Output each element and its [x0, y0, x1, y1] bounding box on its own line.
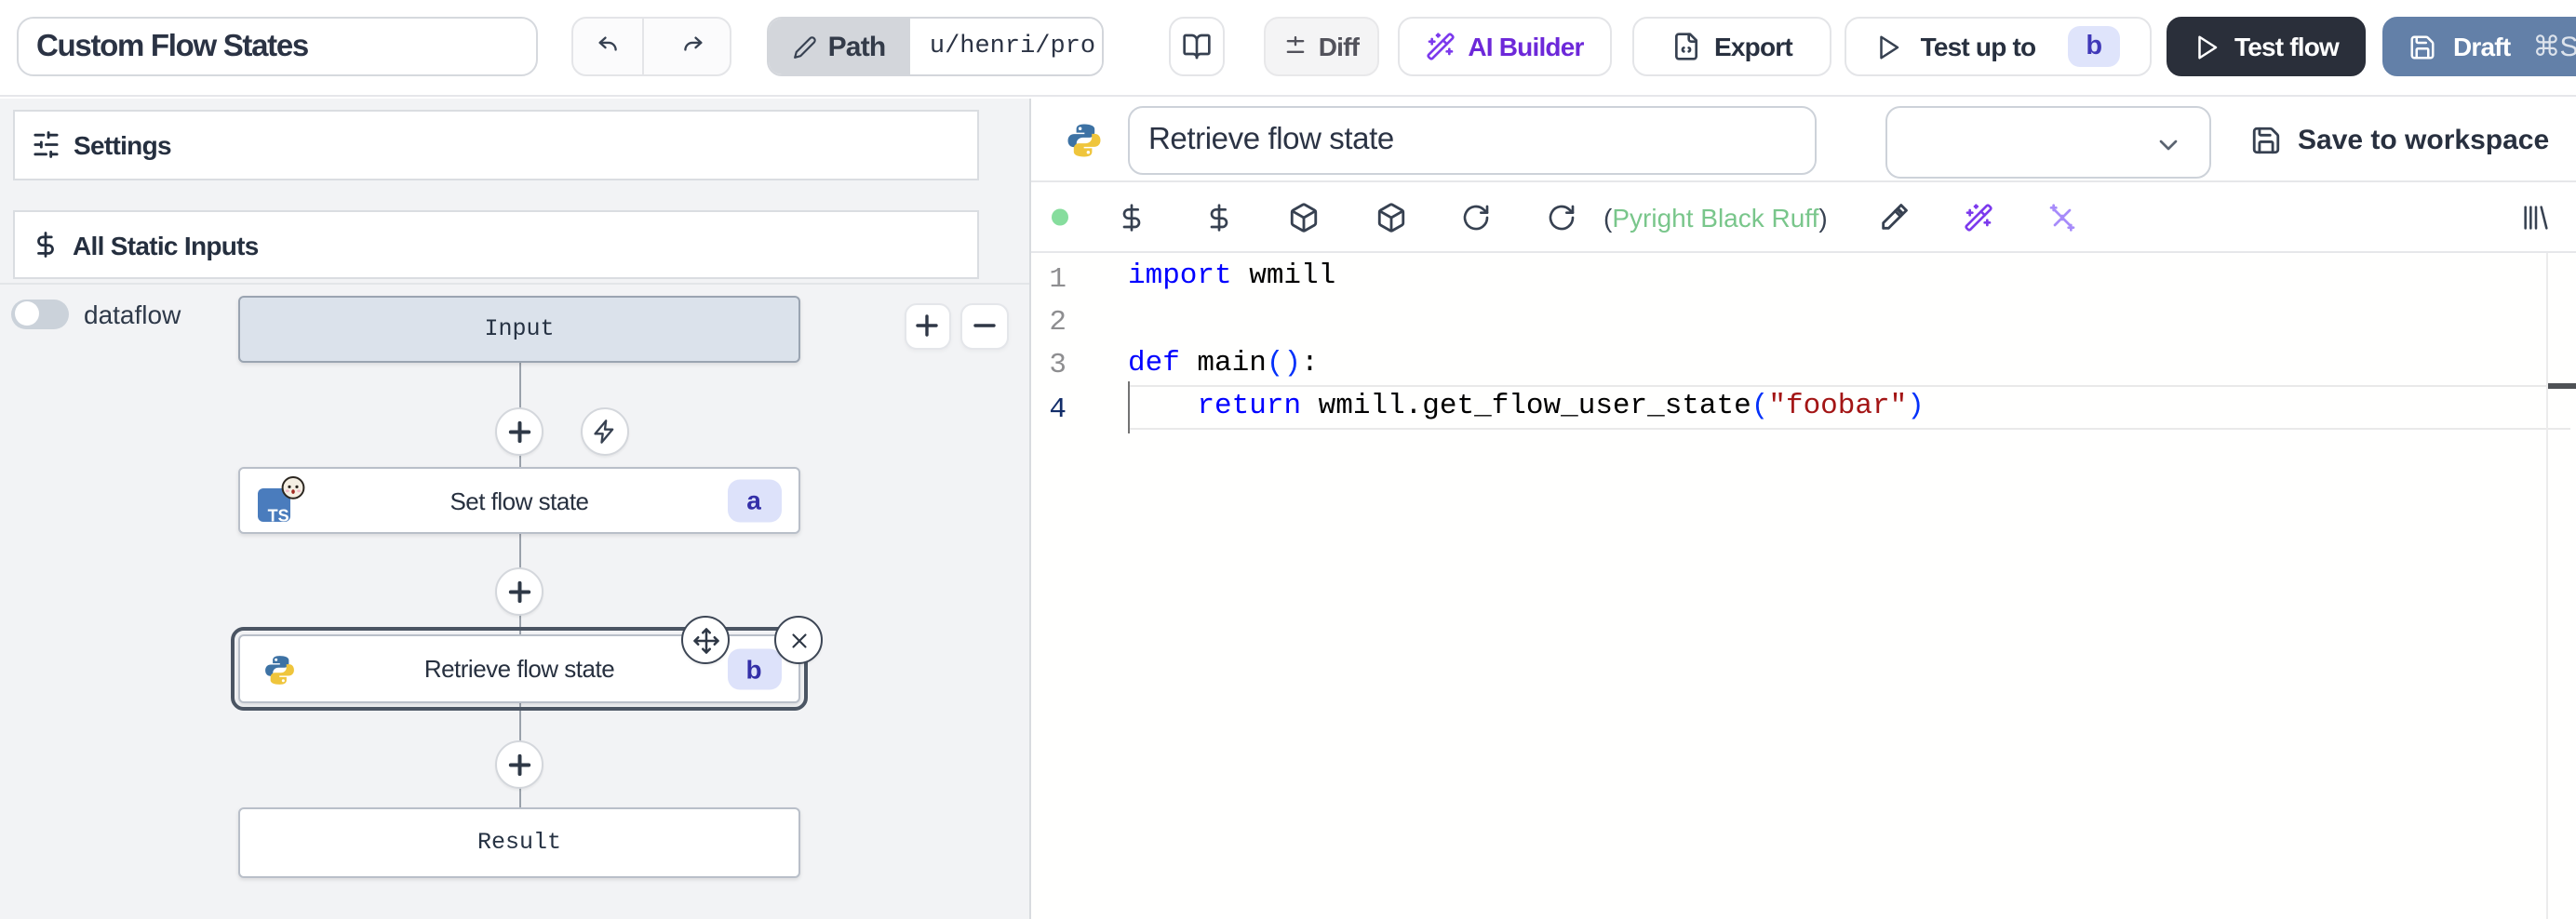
- svg-text:TS: TS: [268, 507, 289, 526]
